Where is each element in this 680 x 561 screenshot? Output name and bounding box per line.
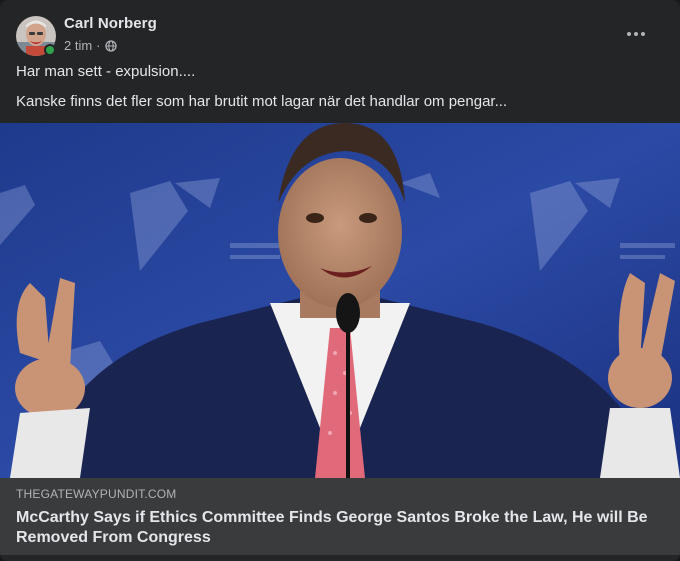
post-text-line: Kanske finns det fler som har brutit mot…: [16, 93, 508, 110]
more-options-icon: [627, 32, 631, 36]
link-preview-footer[interactable]: THEGATEWAYPUNDIT.COM McCarthy Says if Et…: [0, 478, 680, 555]
more-options-dot: [641, 32, 645, 36]
feed-post: Carl Norberg 2 tim · Har man sett - expu…: [0, 0, 680, 561]
online-status-indicator: [44, 44, 56, 56]
link-preview-image[interactable]: [0, 123, 680, 478]
post-meta: 2 tim ·: [64, 38, 117, 53]
link-headline[interactable]: McCarthy Says if Ethics Committee Finds …: [16, 508, 664, 548]
link-domain: THEGATEWAYPUNDIT.COM: [16, 487, 177, 501]
post-text-line: Har man sett - expulsion....: [16, 63, 196, 80]
more-options-dot: [634, 32, 638, 36]
author-name[interactable]: Carl Norberg: [64, 15, 157, 32]
post-header: Carl Norberg 2 tim ·: [16, 14, 668, 56]
post-timestamp[interactable]: 2 tim: [64, 38, 92, 53]
meta-separator: ·: [96, 38, 101, 53]
globe-icon[interactable]: [104, 39, 117, 52]
post-text: Har man sett - expulsion.... Kanske finn…: [16, 62, 664, 122]
post-bottom-edge: [0, 555, 680, 561]
more-options-button[interactable]: [618, 16, 654, 52]
